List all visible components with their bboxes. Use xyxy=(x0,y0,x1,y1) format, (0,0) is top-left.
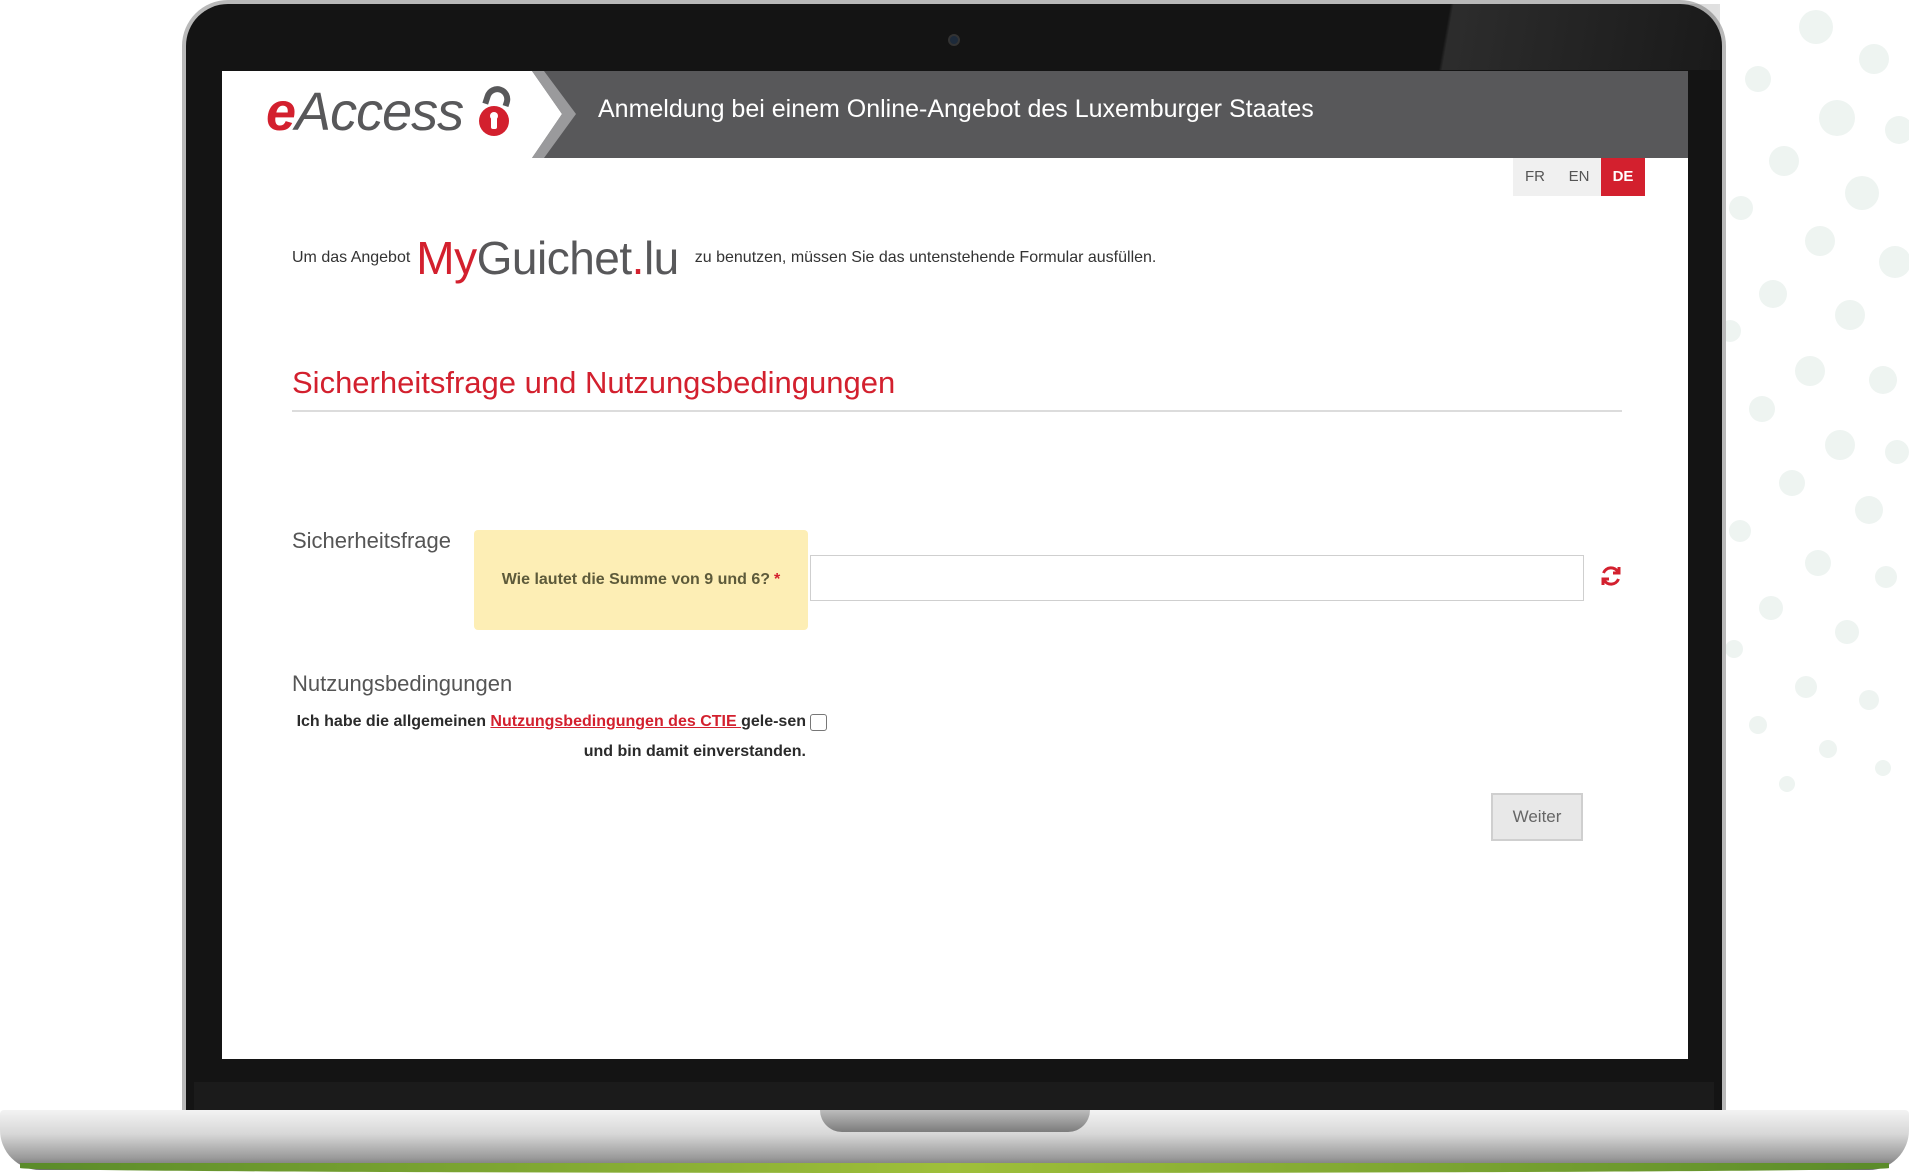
decorative-dot xyxy=(1835,620,1859,644)
decorative-dot xyxy=(1795,356,1825,386)
terms-text-before: Ich habe die allgemeinen xyxy=(296,713,491,730)
security-answer-input[interactable] xyxy=(810,555,1584,601)
decorative-dot xyxy=(1879,246,1909,278)
decorative-dot xyxy=(1779,470,1805,496)
myguichet-logo: MyGuichet.lu xyxy=(416,231,679,285)
decorative-dot xyxy=(1859,44,1889,74)
decorative-dot xyxy=(1885,440,1909,464)
lid-reflection xyxy=(1380,4,1720,70)
eaccess-logo[interactable]: eAccess xyxy=(266,81,464,143)
brand-my: My xyxy=(416,232,477,284)
language-switcher: FR EN DE xyxy=(1513,158,1645,196)
terms-label: Nutzungsbedingungen xyxy=(292,671,513,696)
decorative-dot xyxy=(1819,100,1855,136)
decorative-dot xyxy=(1725,640,1743,658)
brand-guichet: Guichet xyxy=(476,232,633,284)
decorative-dot xyxy=(1729,520,1751,542)
question-text: Wie lautet die Summe von 9 und 6? xyxy=(501,571,771,588)
section-title: Sicherheitsfrage und Nutzungsbedingungen xyxy=(292,365,896,400)
decorative-dot xyxy=(1745,66,1771,92)
webcam-icon xyxy=(948,34,960,46)
laptop-notch xyxy=(820,1110,1090,1132)
decorative-dot xyxy=(1769,146,1799,176)
terms-link[interactable]: Nutzungsbedingungen des CTIE xyxy=(490,713,741,730)
decorative-dot xyxy=(1869,366,1897,394)
decorative-dot xyxy=(1845,176,1879,210)
intro-suffix: zu benutzen, müssen Sie das untenstehend… xyxy=(694,249,1157,266)
decorative-dot xyxy=(1835,300,1865,330)
decorative-dot xyxy=(1819,740,1837,758)
section-divider xyxy=(292,410,1622,412)
security-label: Sicherheitsfrage xyxy=(292,528,451,553)
logo-text: Access xyxy=(295,82,464,142)
decorative-dot xyxy=(1825,430,1855,460)
decorative-dot xyxy=(1779,776,1795,792)
brand-lu: lu xyxy=(643,232,679,284)
terms-checkbox[interactable] xyxy=(810,714,827,731)
decorative-dot xyxy=(1759,596,1783,620)
site-header: eAccess Anmeldung bei einem Online-Angeb… xyxy=(222,71,1688,158)
decorative-dot xyxy=(1795,676,1817,698)
decorative-dot xyxy=(1805,550,1831,576)
lock-icon xyxy=(479,86,511,136)
base-shadow xyxy=(20,1163,1889,1173)
decorative-dot xyxy=(1855,496,1883,524)
header-title: Anmeldung bei einem Online-Angebot des L… xyxy=(598,95,1314,123)
lang-en[interactable]: EN xyxy=(1557,158,1601,196)
decorative-dot xyxy=(1729,196,1753,220)
logo-e: e xyxy=(266,82,296,142)
intro-text: Um das Angebot MyGuichet.lu zu benutzen,… xyxy=(292,231,1156,285)
decorative-dot xyxy=(1875,566,1897,588)
decorative-dot xyxy=(1805,226,1835,256)
terms-statement: Ich habe die allgemeinen Nutzungsbedingu… xyxy=(292,707,806,767)
next-button[interactable]: Weiter xyxy=(1491,793,1583,841)
required-marker: * xyxy=(774,571,781,588)
refresh-icon[interactable] xyxy=(1598,563,1624,589)
decorative-dot xyxy=(1749,396,1775,422)
decorative-dot xyxy=(1885,116,1909,144)
decorative-dot xyxy=(1799,10,1833,44)
decorative-dot xyxy=(1759,280,1787,308)
decorative-dot xyxy=(1875,760,1891,776)
decorative-dot xyxy=(1859,690,1879,710)
lang-fr[interactable]: FR xyxy=(1513,158,1557,196)
intro-prefix: Um das Angebot xyxy=(292,249,411,266)
brand-dot: . xyxy=(631,232,645,284)
browser-screen: eAccess Anmeldung bei einem Online-Angeb… xyxy=(222,71,1688,1059)
security-question: Wie lautet die Summe von 9 und 6? * xyxy=(474,530,808,630)
lang-de[interactable]: DE xyxy=(1601,158,1645,196)
decorative-dot xyxy=(1749,716,1767,734)
